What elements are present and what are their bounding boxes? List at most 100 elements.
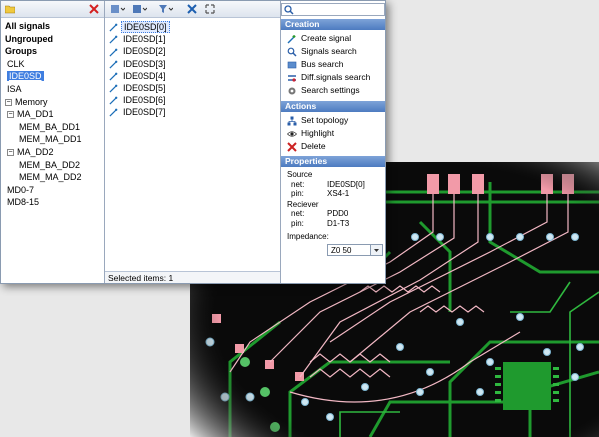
signal-name: IDE0SD[5] bbox=[123, 82, 166, 93]
tree-item[interactable]: MEM_BA_DD2 bbox=[1, 159, 104, 172]
tree-item-label: Ungrouped bbox=[5, 33, 53, 44]
status-bar: Selected items: 1 bbox=[105, 271, 280, 283]
topology-icon bbox=[287, 116, 297, 126]
tree-item-label: MD0-7 bbox=[7, 184, 35, 195]
signal-list-item[interactable]: IDE0SD[0] bbox=[109, 21, 280, 33]
tree-item-label: CLK bbox=[7, 58, 25, 69]
add-dropdown-icon[interactable] bbox=[111, 4, 125, 14]
signal-icon bbox=[109, 35, 118, 44]
receiver-label: Reciever bbox=[287, 199, 319, 209]
chevron-down-icon[interactable] bbox=[370, 244, 382, 255]
folder-icon[interactable] bbox=[5, 4, 15, 14]
search-input[interactable] bbox=[281, 3, 385, 16]
signal-icon bbox=[109, 60, 118, 69]
signal-icon bbox=[109, 48, 118, 57]
action-item[interactable]: Signals search bbox=[281, 45, 385, 58]
tree-item[interactable]: − Memory bbox=[1, 96, 104, 109]
signal-icon bbox=[109, 72, 118, 81]
signal-list-item[interactable]: IDE0SD[6] bbox=[109, 94, 280, 106]
action-label: Highlight bbox=[301, 128, 335, 138]
action-label: Bus search bbox=[301, 59, 344, 69]
source-pin-value: XS4-1 bbox=[327, 189, 350, 198]
signals-toolbar bbox=[105, 1, 280, 18]
action-item[interactable]: Diff.signals search bbox=[281, 71, 385, 84]
signal-name: IDE0SD[2] bbox=[123, 46, 166, 57]
actions-section-header: Actions bbox=[281, 101, 385, 112]
signal-list-item[interactable]: IDE0SD[1] bbox=[109, 33, 280, 45]
close-icon[interactable] bbox=[89, 4, 99, 14]
signal-icon bbox=[109, 84, 118, 93]
signals-manager-window: All signals Ungrouped Groups CLK IDE0SD ISA − M… bbox=[0, 0, 386, 284]
signal-icon bbox=[109, 96, 118, 105]
signal-list-item[interactable]: IDE0SD[4] bbox=[109, 70, 280, 82]
signal-list-item[interactable]: IDE0SD[3] bbox=[109, 58, 280, 70]
tree-item-label: All signals bbox=[5, 21, 51, 31]
tree-item[interactable]: CLK bbox=[1, 58, 104, 71]
tree-item[interactable]: All signals bbox=[1, 20, 104, 33]
action-label: Set topology bbox=[301, 115, 349, 125]
tree-item-label: Memory bbox=[15, 96, 48, 107]
action-label: Search settings bbox=[301, 85, 360, 95]
tree-item[interactable]: MD8-15 bbox=[1, 196, 104, 209]
collapse-toggle-icon[interactable]: − bbox=[7, 111, 14, 119]
tree-item[interactable]: ISA bbox=[1, 83, 104, 96]
delete-icon bbox=[287, 142, 297, 152]
tree-item-label: MA_DD2 bbox=[17, 146, 54, 157]
expand-icon[interactable] bbox=[205, 4, 215, 14]
source-net-key: net: bbox=[291, 179, 305, 189]
action-item[interactable]: Highlight bbox=[281, 127, 385, 140]
receiver-net-key: net: bbox=[291, 209, 305, 218]
diff-signals-icon bbox=[288, 75, 296, 82]
source-net-value: IDE0SD[0] bbox=[327, 179, 365, 189]
filter-dropdown-icon[interactable] bbox=[159, 4, 173, 14]
copy-dropdown-icon[interactable] bbox=[133, 4, 147, 14]
creation-actions: Create signal Signals search Bus search Dif… bbox=[281, 30, 385, 97]
tree-item[interactable]: MD0-7 bbox=[1, 184, 104, 197]
tree-item-label: MD8-15 bbox=[7, 197, 40, 208]
create-signal-icon bbox=[287, 35, 296, 44]
signal-name: IDE0SD[7] bbox=[123, 107, 166, 118]
search-icon bbox=[284, 5, 294, 15]
impedance-select[interactable]: Z0 50 bbox=[327, 243, 383, 256]
tree-item-label: MEM_MA_DD1 bbox=[19, 134, 82, 145]
source-pin-key: pin: bbox=[291, 189, 304, 198]
groups-panel: All signals Ungrouped Groups CLK IDE0SD ISA − M… bbox=[1, 1, 105, 283]
actions-list: Set topology Highlight Delete bbox=[281, 112, 385, 153]
signal-name: IDE0SD[6] bbox=[123, 95, 166, 106]
tasks-panel: Creation Create signal Signals search Bus … bbox=[281, 1, 385, 283]
tree-item[interactable]: − MA_DD2 bbox=[1, 146, 104, 159]
signal-list-item[interactable]: IDE0SD[7] bbox=[109, 106, 280, 118]
action-item[interactable]: Create signal bbox=[281, 32, 385, 45]
action-item[interactable]: Delete bbox=[281, 140, 385, 153]
signal-list-item[interactable]: IDE0SD[2] bbox=[109, 45, 280, 57]
groups-tree: All signals Ungrouped Groups CLK IDE0SD ISA − M… bbox=[1, 18, 104, 209]
collapse-toggle-icon[interactable]: − bbox=[7, 149, 14, 157]
impedance-value: Z0 50 bbox=[331, 245, 352, 255]
tree-item[interactable]: MEM_MA_DD2 bbox=[1, 171, 104, 184]
remove-icon[interactable] bbox=[187, 4, 197, 14]
signal-list-item[interactable]: IDE0SD[5] bbox=[109, 82, 280, 94]
tree-item[interactable]: IDE0SD bbox=[1, 70, 104, 83]
action-item[interactable]: Set topology bbox=[281, 114, 385, 127]
tree-item[interactable]: Groups bbox=[1, 45, 104, 58]
action-label: Diff.signals search bbox=[301, 72, 371, 82]
gear-icon bbox=[288, 87, 296, 95]
action-item[interactable]: Bus search bbox=[281, 58, 385, 71]
source-label: Source bbox=[287, 170, 313, 179]
tree-item[interactable]: MEM_MA_DD1 bbox=[1, 133, 104, 146]
properties-section-header: Properties bbox=[281, 156, 385, 167]
tree-item[interactable]: − MA_DD1 bbox=[1, 108, 104, 121]
action-item[interactable]: Search settings bbox=[281, 84, 385, 97]
collapse-toggle-icon[interactable]: − bbox=[5, 98, 12, 106]
tree-item[interactable]: MEM_BA_DD1 bbox=[1, 121, 104, 134]
tree-item[interactable]: Ungrouped bbox=[1, 33, 104, 46]
signal-name: IDE0SD[4] bbox=[123, 70, 166, 81]
tree-item-label: MA_DD1 bbox=[17, 109, 54, 120]
action-label: Create signal bbox=[301, 33, 352, 43]
signal-icon bbox=[109, 109, 118, 117]
properties-block: Source net: IDE0SD[0] pin: XS4-1 Recieve… bbox=[281, 167, 385, 258]
signal-icon bbox=[109, 23, 118, 32]
receiver-pin-key: pin: bbox=[291, 218, 304, 228]
signal-name: IDE0SD[1] bbox=[123, 34, 166, 45]
tree-item-label: Groups bbox=[5, 46, 38, 57]
